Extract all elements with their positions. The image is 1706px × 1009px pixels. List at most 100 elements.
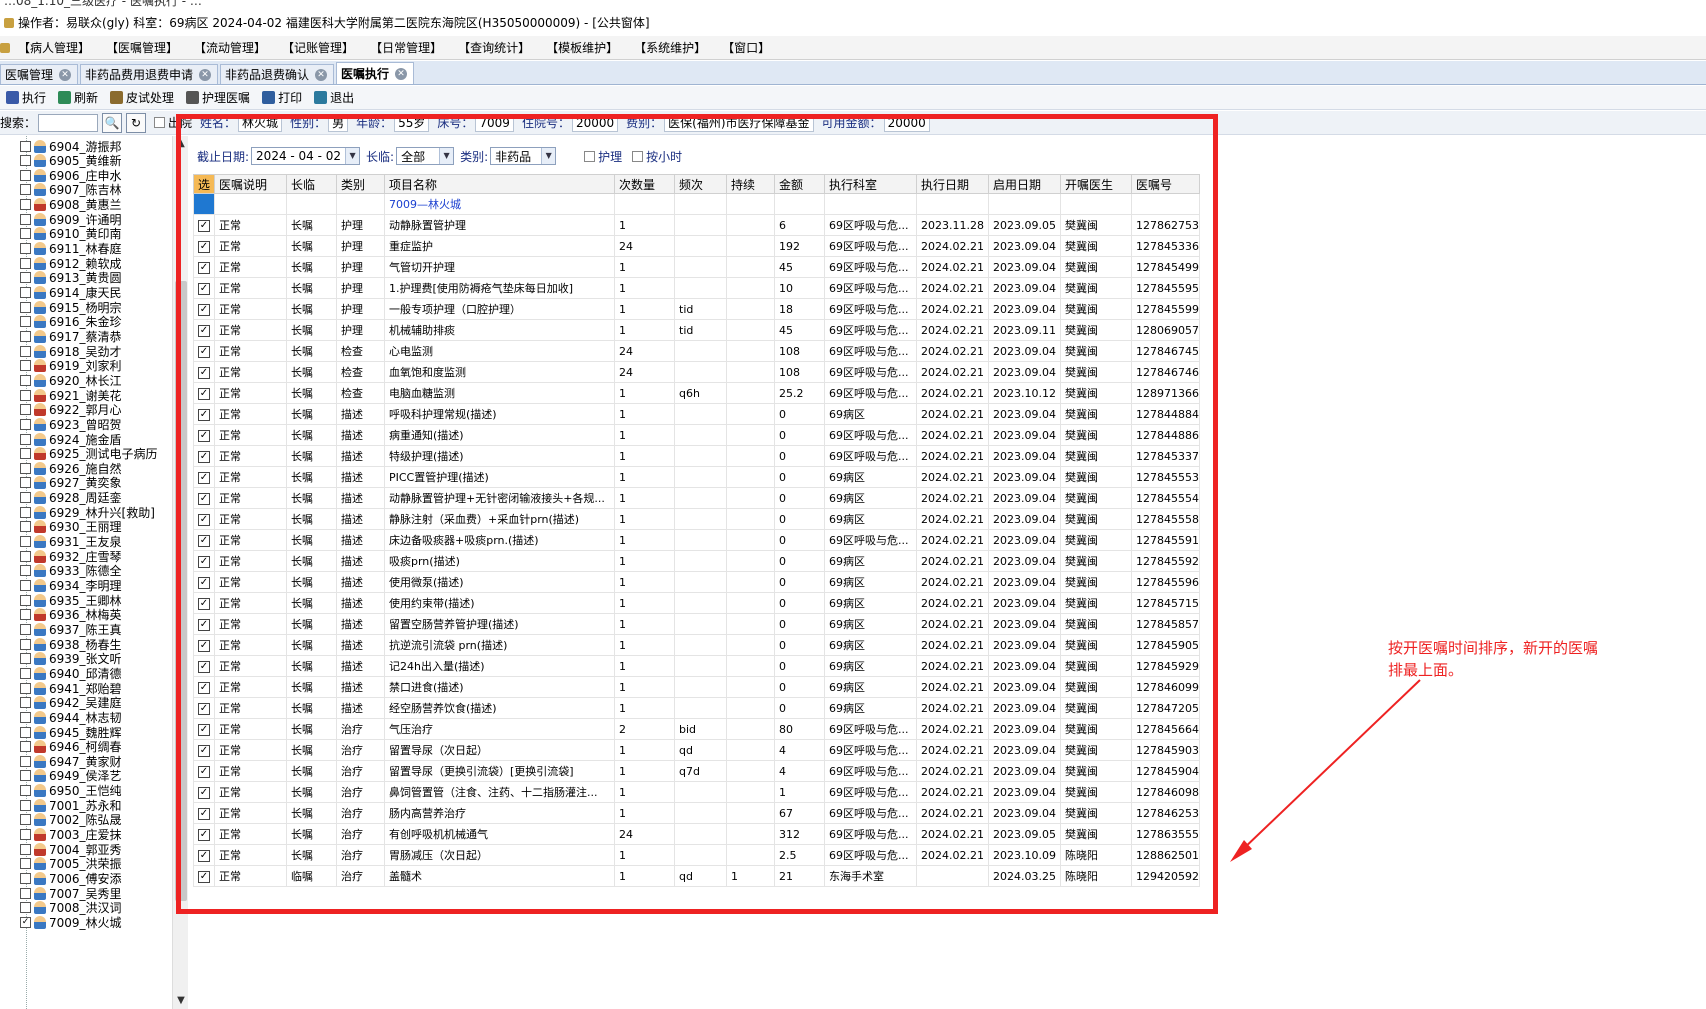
patient-checkbox[interactable]: [20, 477, 31, 489]
patient-checkbox[interactable]: [20, 814, 31, 826]
discharge-checkbox[interactable]: [154, 117, 166, 128]
menu-item[interactable]: 【模板维护】: [538, 39, 626, 56]
patient-checkbox[interactable]: [20, 638, 31, 650]
sidebar-scrollbar[interactable]: ▲ ▼: [172, 136, 188, 1009]
by-hour-checkbox[interactable]: [632, 150, 644, 162]
row-select-cell[interactable]: ✓: [193, 466, 215, 488]
row-checkbox[interactable]: ✓: [198, 744, 210, 757]
row-checkbox[interactable]: ✓: [198, 345, 210, 358]
chevron-down-icon[interactable]: ▼: [439, 148, 454, 164]
row-checkbox[interactable]: ✓: [198, 261, 210, 274]
table-row[interactable]: ✓ 正常 长嘱 治疗 有创呼吸机机械通气 24 312 69区呼吸与危... 2024.02.2…: [193, 823, 1200, 845]
patient-checkbox[interactable]: [20, 667, 31, 679]
table-row[interactable]: ✓ 正常 长嘱 治疗 留置导尿（次日起） 1 qd 4 69区呼吸与危... 2024.02.21…: [193, 739, 1200, 761]
patient-checkbox[interactable]: [20, 799, 31, 811]
table-row[interactable]: ✓ 正常 长嘱 描述 床边备吸痰器+吸痰prn.(描述) 1 0 69区呼吸与危... 2024…: [193, 529, 1200, 551]
toolbar-button[interactable]: 退出: [308, 89, 360, 106]
row-checkbox[interactable]: ✓: [198, 450, 210, 463]
category-select[interactable]: 非药品 ▼: [490, 147, 557, 165]
row-select-cell[interactable]: ✓: [193, 823, 215, 845]
column-header[interactable]: 执行科室: [824, 174, 917, 194]
patient-checkbox[interactable]: [20, 609, 31, 621]
row-checkbox[interactable]: ✓: [198, 408, 210, 421]
row-checkbox[interactable]: ✓: [198, 681, 210, 694]
patient-checkbox[interactable]: [20, 433, 31, 445]
row-select-cell[interactable]: ✓: [193, 865, 215, 887]
patient-checkbox[interactable]: [20, 565, 31, 577]
table-row[interactable]: ✓ 正常 临嘱 治疗 盖髓术 1 qd 1 21 东海手术室 2024.03.25 陈晓阳 129420…: [193, 865, 1200, 887]
column-header[interactable]: 选: [193, 174, 215, 194]
row-checkbox[interactable]: ✓: [198, 219, 210, 232]
row-select-cell[interactable]: ✓: [193, 508, 215, 530]
table-row[interactable]: ✓ 正常 长嘱 治疗 鼻饲管置管（注食、注药、十二指肠灌注... 1 1 69区呼吸与危...…: [193, 781, 1200, 803]
column-header[interactable]: 类别: [336, 174, 385, 194]
patient-checkbox[interactable]: [20, 287, 31, 298]
patient-checkbox[interactable]: [20, 755, 31, 767]
table-row[interactable]: ✓ 正常 长嘱 检查 电脑血糖监测 1 q6h 25.2 69区呼吸与危... 2024.02.2…: [193, 382, 1200, 404]
group-select-cell[interactable]: [193, 193, 215, 215]
row-checkbox[interactable]: ✓: [198, 828, 210, 841]
row-select-cell[interactable]: ✓: [193, 550, 215, 572]
row-checkbox[interactable]: ✓: [198, 618, 210, 631]
menu-item[interactable]: 【窗口】: [714, 39, 778, 56]
chevron-down-icon[interactable]: ▼: [345, 148, 360, 164]
row-select-cell[interactable]: ✓: [193, 655, 215, 677]
patient-checkbox[interactable]: [20, 682, 31, 694]
column-header[interactable]: 启用日期: [988, 174, 1061, 194]
table-row[interactable]: ✓ 正常 长嘱 护理 气管切开护理 1 45 69区呼吸与危... 2024.02.21 2023…: [193, 256, 1200, 278]
column-header[interactable]: 医嘱说明: [214, 174, 287, 194]
table-row[interactable]: ✓ 正常 长嘱 治疗 留置导尿（更换引流袋）[更换引流袋] 1 q7d 4 69区呼吸与危...…: [193, 760, 1200, 782]
patient-checkbox[interactable]: [20, 550, 31, 562]
patient-checkbox[interactable]: [20, 462, 31, 474]
row-select-cell[interactable]: ✓: [193, 487, 215, 509]
table-row[interactable]: ✓ 正常 长嘱 治疗 胃肠减压（次日起） 1 2.5 69区呼吸与危... 2024.02.21…: [193, 844, 1200, 866]
patient-checkbox[interactable]: [20, 536, 31, 548]
table-row[interactable]: ✓ 正常 长嘱 检查 心电监测 24 108 69区呼吸与危... 2024.02.21 2023…: [193, 340, 1200, 362]
patient-checkbox[interactable]: [20, 418, 31, 430]
table-row[interactable]: ✓ 正常 长嘱 描述 留置空肠营养管护理(描述) 1 0 69病区 2024.02.21 2023…: [193, 613, 1200, 635]
patient-checkbox[interactable]: [20, 594, 31, 606]
row-select-cell[interactable]: ✓: [193, 592, 215, 614]
row-select-cell[interactable]: ✓: [193, 718, 215, 740]
row-checkbox[interactable]: ✓: [198, 576, 210, 589]
patient-checkbox[interactable]: [20, 389, 31, 401]
patient-checkbox[interactable]: [20, 155, 31, 167]
toolbar-button[interactable]: 皮试处理: [104, 89, 180, 106]
row-select-cell[interactable]: ✓: [193, 634, 215, 656]
table-row[interactable]: ✓ 正常 长嘱 护理 动静脉置管护理 1 6 69区呼吸与危... 2023.11.28 2023…: [193, 214, 1200, 236]
column-header[interactable]: 执行日期: [916, 174, 989, 194]
row-checkbox[interactable]: ✓: [198, 303, 210, 316]
chevron-down-icon[interactable]: ▼: [541, 148, 556, 164]
patient-checkbox[interactable]: [20, 580, 31, 591]
patient-checkbox[interactable]: [20, 726, 31, 738]
patient-checkbox[interactable]: [20, 697, 31, 709]
row-checkbox[interactable]: ✓: [198, 849, 210, 862]
toolbar-button[interactable]: 打印: [256, 89, 308, 106]
patient-checkbox[interactable]: [20, 506, 31, 518]
patient-checkbox[interactable]: [20, 858, 31, 870]
tab-item[interactable]: 医嘱执行 ✕: [336, 62, 415, 84]
menu-item[interactable]: 【日常管理】: [362, 39, 450, 56]
patient-checkbox[interactable]: [20, 829, 31, 841]
patient-checkbox[interactable]: [20, 199, 31, 211]
patient-checkbox[interactable]: [20, 140, 31, 152]
table-row[interactable]: ✓ 正常 长嘱 描述 呼吸科护理常规(描述) 1 0 69病区 2024.02.21 2023.0…: [193, 403, 1200, 425]
toolbar-button[interactable]: 护理医嘱: [180, 89, 256, 106]
row-select-cell[interactable]: ✓: [193, 256, 215, 278]
search-input[interactable]: [38, 113, 99, 132]
column-header[interactable]: 长临: [286, 174, 337, 194]
patient-checkbox[interactable]: [20, 653, 31, 665]
menu-item[interactable]: 【病人管理】: [10, 39, 98, 56]
row-checkbox[interactable]: ✓: [198, 660, 210, 673]
column-header[interactable]: 金额: [774, 174, 825, 194]
table-row[interactable]: ✓ 正常 长嘱 描述 静脉注射（采血费）+采血针prn(描述) 1 0 69病区 2024.02…: [193, 508, 1200, 530]
scroll-up-icon[interactable]: ▲: [175, 138, 187, 150]
patient-checkbox[interactable]: [20, 374, 31, 386]
close-icon[interactable]: ✕: [315, 68, 328, 81]
row-checkbox[interactable]: ✓: [198, 639, 210, 652]
row-checkbox[interactable]: ✓: [198, 702, 210, 715]
row-checkbox[interactable]: ✓: [198, 870, 210, 883]
toolbar-button[interactable]: 执行: [0, 89, 52, 106]
patient-checkbox[interactable]: [20, 711, 31, 723]
table-row[interactable]: ✓ 正常 长嘱 护理 1.护理费[使用防褥疮气垫床每日加收] 1 10 69区呼吸与危... 2…: [193, 277, 1200, 299]
